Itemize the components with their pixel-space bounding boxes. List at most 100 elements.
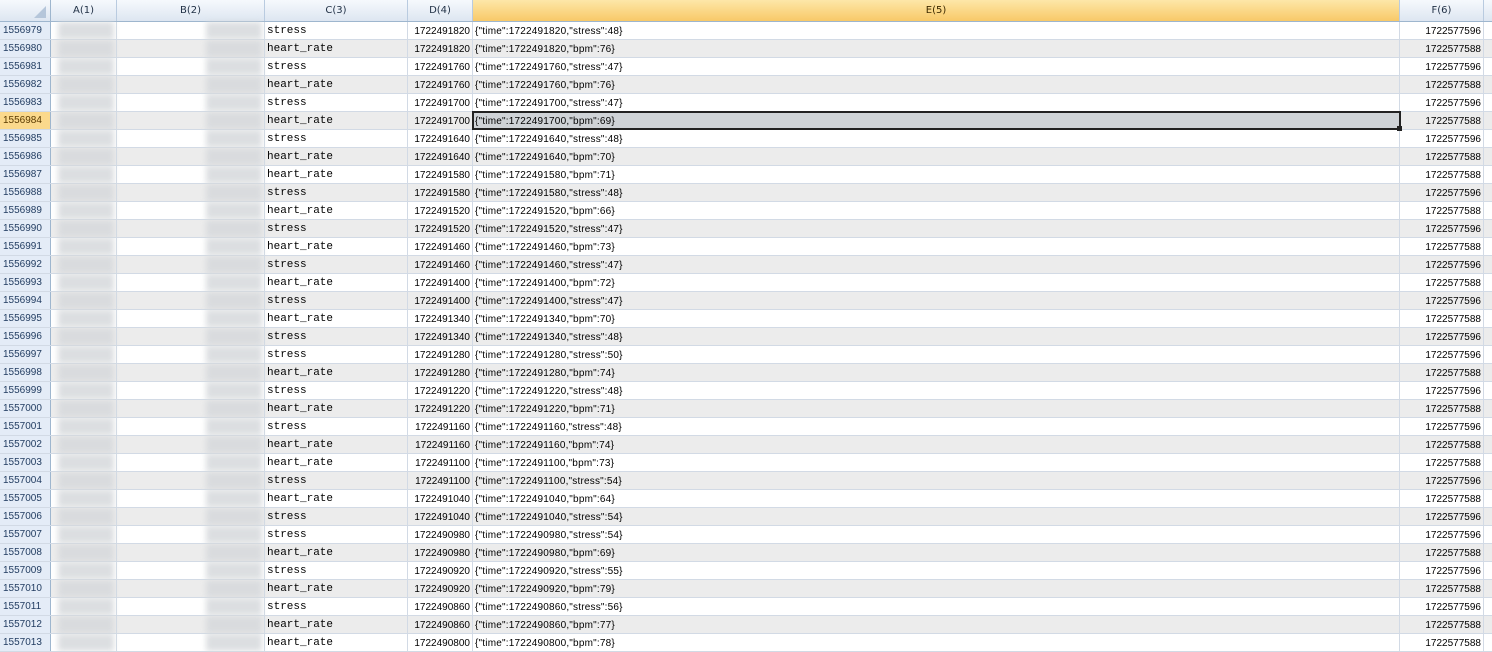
- row-number[interactable]: 1556994: [0, 292, 51, 309]
- cell-e[interactable]: {"time":1722491400,"stress":47}: [473, 292, 1400, 309]
- cell-f[interactable]: 1722577588: [1400, 400, 1484, 417]
- cell-e[interactable]: {"time":1722491700,"bpm":69}: [473, 112, 1400, 129]
- row-number[interactable]: 1556986: [0, 148, 51, 165]
- cell-d[interactable]: 1722491280: [408, 364, 473, 381]
- cell-f[interactable]: 1722577596: [1400, 526, 1484, 543]
- cell-d[interactable]: 1722491700: [408, 112, 473, 129]
- cell-f[interactable]: 1722577588: [1400, 634, 1484, 651]
- cell-e[interactable]: {"time":1722490860,"bpm":77}: [473, 616, 1400, 633]
- cell-e[interactable]: {"time":1722491760,"bpm":76}: [473, 76, 1400, 93]
- cell-e[interactable]: {"time":1722491160,"stress":48}: [473, 418, 1400, 435]
- cell-d[interactable]: 1722491040: [408, 490, 473, 507]
- cell-c[interactable]: stress: [265, 598, 408, 615]
- row-number[interactable]: 1557005: [0, 490, 51, 507]
- cell-f[interactable]: 1722577596: [1400, 58, 1484, 75]
- cell-d[interactable]: 1722491340: [408, 310, 473, 327]
- cell-e[interactable]: {"time":1722491040,"bpm":64}: [473, 490, 1400, 507]
- cell-d[interactable]: 1722491640: [408, 130, 473, 147]
- cell-d[interactable]: 1722491820: [408, 22, 473, 39]
- row-number[interactable]: 1557013: [0, 634, 51, 651]
- row-number[interactable]: 1557010: [0, 580, 51, 597]
- cell-f[interactable]: 1722577588: [1400, 40, 1484, 57]
- cell-e[interactable]: {"time":1722491700,"stress":47}: [473, 94, 1400, 111]
- cell-c[interactable]: stress: [265, 256, 408, 273]
- cell-f[interactable]: 1722577596: [1400, 508, 1484, 525]
- row-number[interactable]: 1557011: [0, 598, 51, 615]
- cell-f[interactable]: 1722577588: [1400, 166, 1484, 183]
- cell-c[interactable]: heart_rate: [265, 616, 408, 633]
- row-number[interactable]: 1557007: [0, 526, 51, 543]
- row-number[interactable]: 1557006: [0, 508, 51, 525]
- cell-c[interactable]: stress: [265, 130, 408, 147]
- cell-d[interactable]: 1722491160: [408, 418, 473, 435]
- cell-e[interactable]: {"time":1722491340,"stress":48}: [473, 328, 1400, 345]
- cell-d[interactable]: 1722491340: [408, 328, 473, 345]
- cell-e[interactable]: {"time":1722491100,"bpm":73}: [473, 454, 1400, 471]
- column-header-c[interactable]: C(3): [265, 0, 408, 21]
- cell-c[interactable]: heart_rate: [265, 436, 408, 453]
- row-number[interactable]: 1556998: [0, 364, 51, 381]
- cell-c[interactable]: heart_rate: [265, 76, 408, 93]
- cell-c[interactable]: heart_rate: [265, 544, 408, 561]
- cell-c[interactable]: stress: [265, 22, 408, 39]
- cell-c[interactable]: heart_rate: [265, 148, 408, 165]
- row-number[interactable]: 1556991: [0, 238, 51, 255]
- cell-f[interactable]: 1722577588: [1400, 112, 1484, 129]
- row-number[interactable]: 1557008: [0, 544, 51, 561]
- cell-e[interactable]: {"time":1722491460,"bpm":73}: [473, 238, 1400, 255]
- cell-d[interactable]: 1722491820: [408, 40, 473, 57]
- cell-d[interactable]: 1722491280: [408, 346, 473, 363]
- row-number[interactable]: 1556987: [0, 166, 51, 183]
- cell-d[interactable]: 1722491520: [408, 202, 473, 219]
- cell-e[interactable]: {"time":1722490980,"stress":54}: [473, 526, 1400, 543]
- cell-e[interactable]: {"time":1722491820,"stress":48}: [473, 22, 1400, 39]
- cell-d[interactable]: 1722491700: [408, 94, 473, 111]
- cell-e[interactable]: {"time":1722491820,"bpm":76}: [473, 40, 1400, 57]
- cell-d[interactable]: 1722491760: [408, 76, 473, 93]
- cell-c[interactable]: stress: [265, 382, 408, 399]
- cell-e[interactable]: {"time":1722491220,"stress":48}: [473, 382, 1400, 399]
- cell-c[interactable]: heart_rate: [265, 400, 408, 417]
- cell-f[interactable]: 1722577596: [1400, 94, 1484, 111]
- cell-f[interactable]: 1722577588: [1400, 364, 1484, 381]
- cell-c[interactable]: stress: [265, 184, 408, 201]
- cell-f[interactable]: 1722577588: [1400, 202, 1484, 219]
- row-number[interactable]: 1556992: [0, 256, 51, 273]
- cell-f[interactable]: 1722577588: [1400, 544, 1484, 561]
- column-header-b[interactable]: B(2): [117, 0, 265, 21]
- row-number[interactable]: 1557009: [0, 562, 51, 579]
- row-number[interactable]: 1557000: [0, 400, 51, 417]
- cell-e[interactable]: {"time":1722491400,"bpm":72}: [473, 274, 1400, 291]
- row-number[interactable]: 1556985: [0, 130, 51, 147]
- cell-f[interactable]: 1722577596: [1400, 22, 1484, 39]
- cell-c[interactable]: heart_rate: [265, 202, 408, 219]
- cell-f[interactable]: 1722577588: [1400, 616, 1484, 633]
- cell-e[interactable]: {"time":1722491340,"bpm":70}: [473, 310, 1400, 327]
- cell-d[interactable]: 1722491460: [408, 238, 473, 255]
- cell-f[interactable]: 1722577596: [1400, 382, 1484, 399]
- cell-f[interactable]: 1722577588: [1400, 310, 1484, 327]
- cell-f[interactable]: 1722577588: [1400, 580, 1484, 597]
- cell-e[interactable]: {"time":1722490980,"bpm":69}: [473, 544, 1400, 561]
- cell-c[interactable]: stress: [265, 562, 408, 579]
- cell-e[interactable]: {"time":1722490800,"bpm":78}: [473, 634, 1400, 651]
- row-number[interactable]: 1556995: [0, 310, 51, 327]
- cell-e[interactable]: {"time":1722491100,"stress":54}: [473, 472, 1400, 489]
- row-number[interactable]: 1557002: [0, 436, 51, 453]
- cell-e[interactable]: {"time":1722491520,"stress":47}: [473, 220, 1400, 237]
- column-header-d[interactable]: D(4): [408, 0, 473, 21]
- cell-d[interactable]: 1722491400: [408, 292, 473, 309]
- cell-f[interactable]: 1722577588: [1400, 148, 1484, 165]
- cell-e[interactable]: {"time":1722491580,"stress":48}: [473, 184, 1400, 201]
- cell-f[interactable]: 1722577596: [1400, 220, 1484, 237]
- cell-e[interactable]: {"time":1722491280,"bpm":74}: [473, 364, 1400, 381]
- cell-f[interactable]: 1722577596: [1400, 418, 1484, 435]
- row-number[interactable]: 1557012: [0, 616, 51, 633]
- cell-c[interactable]: heart_rate: [265, 490, 408, 507]
- cell-c[interactable]: heart_rate: [265, 112, 408, 129]
- cell-f[interactable]: 1722577588: [1400, 454, 1484, 471]
- cell-c[interactable]: heart_rate: [265, 364, 408, 381]
- cell-d[interactable]: 1722490980: [408, 526, 473, 543]
- row-number[interactable]: 1556981: [0, 58, 51, 75]
- cell-c[interactable]: stress: [265, 472, 408, 489]
